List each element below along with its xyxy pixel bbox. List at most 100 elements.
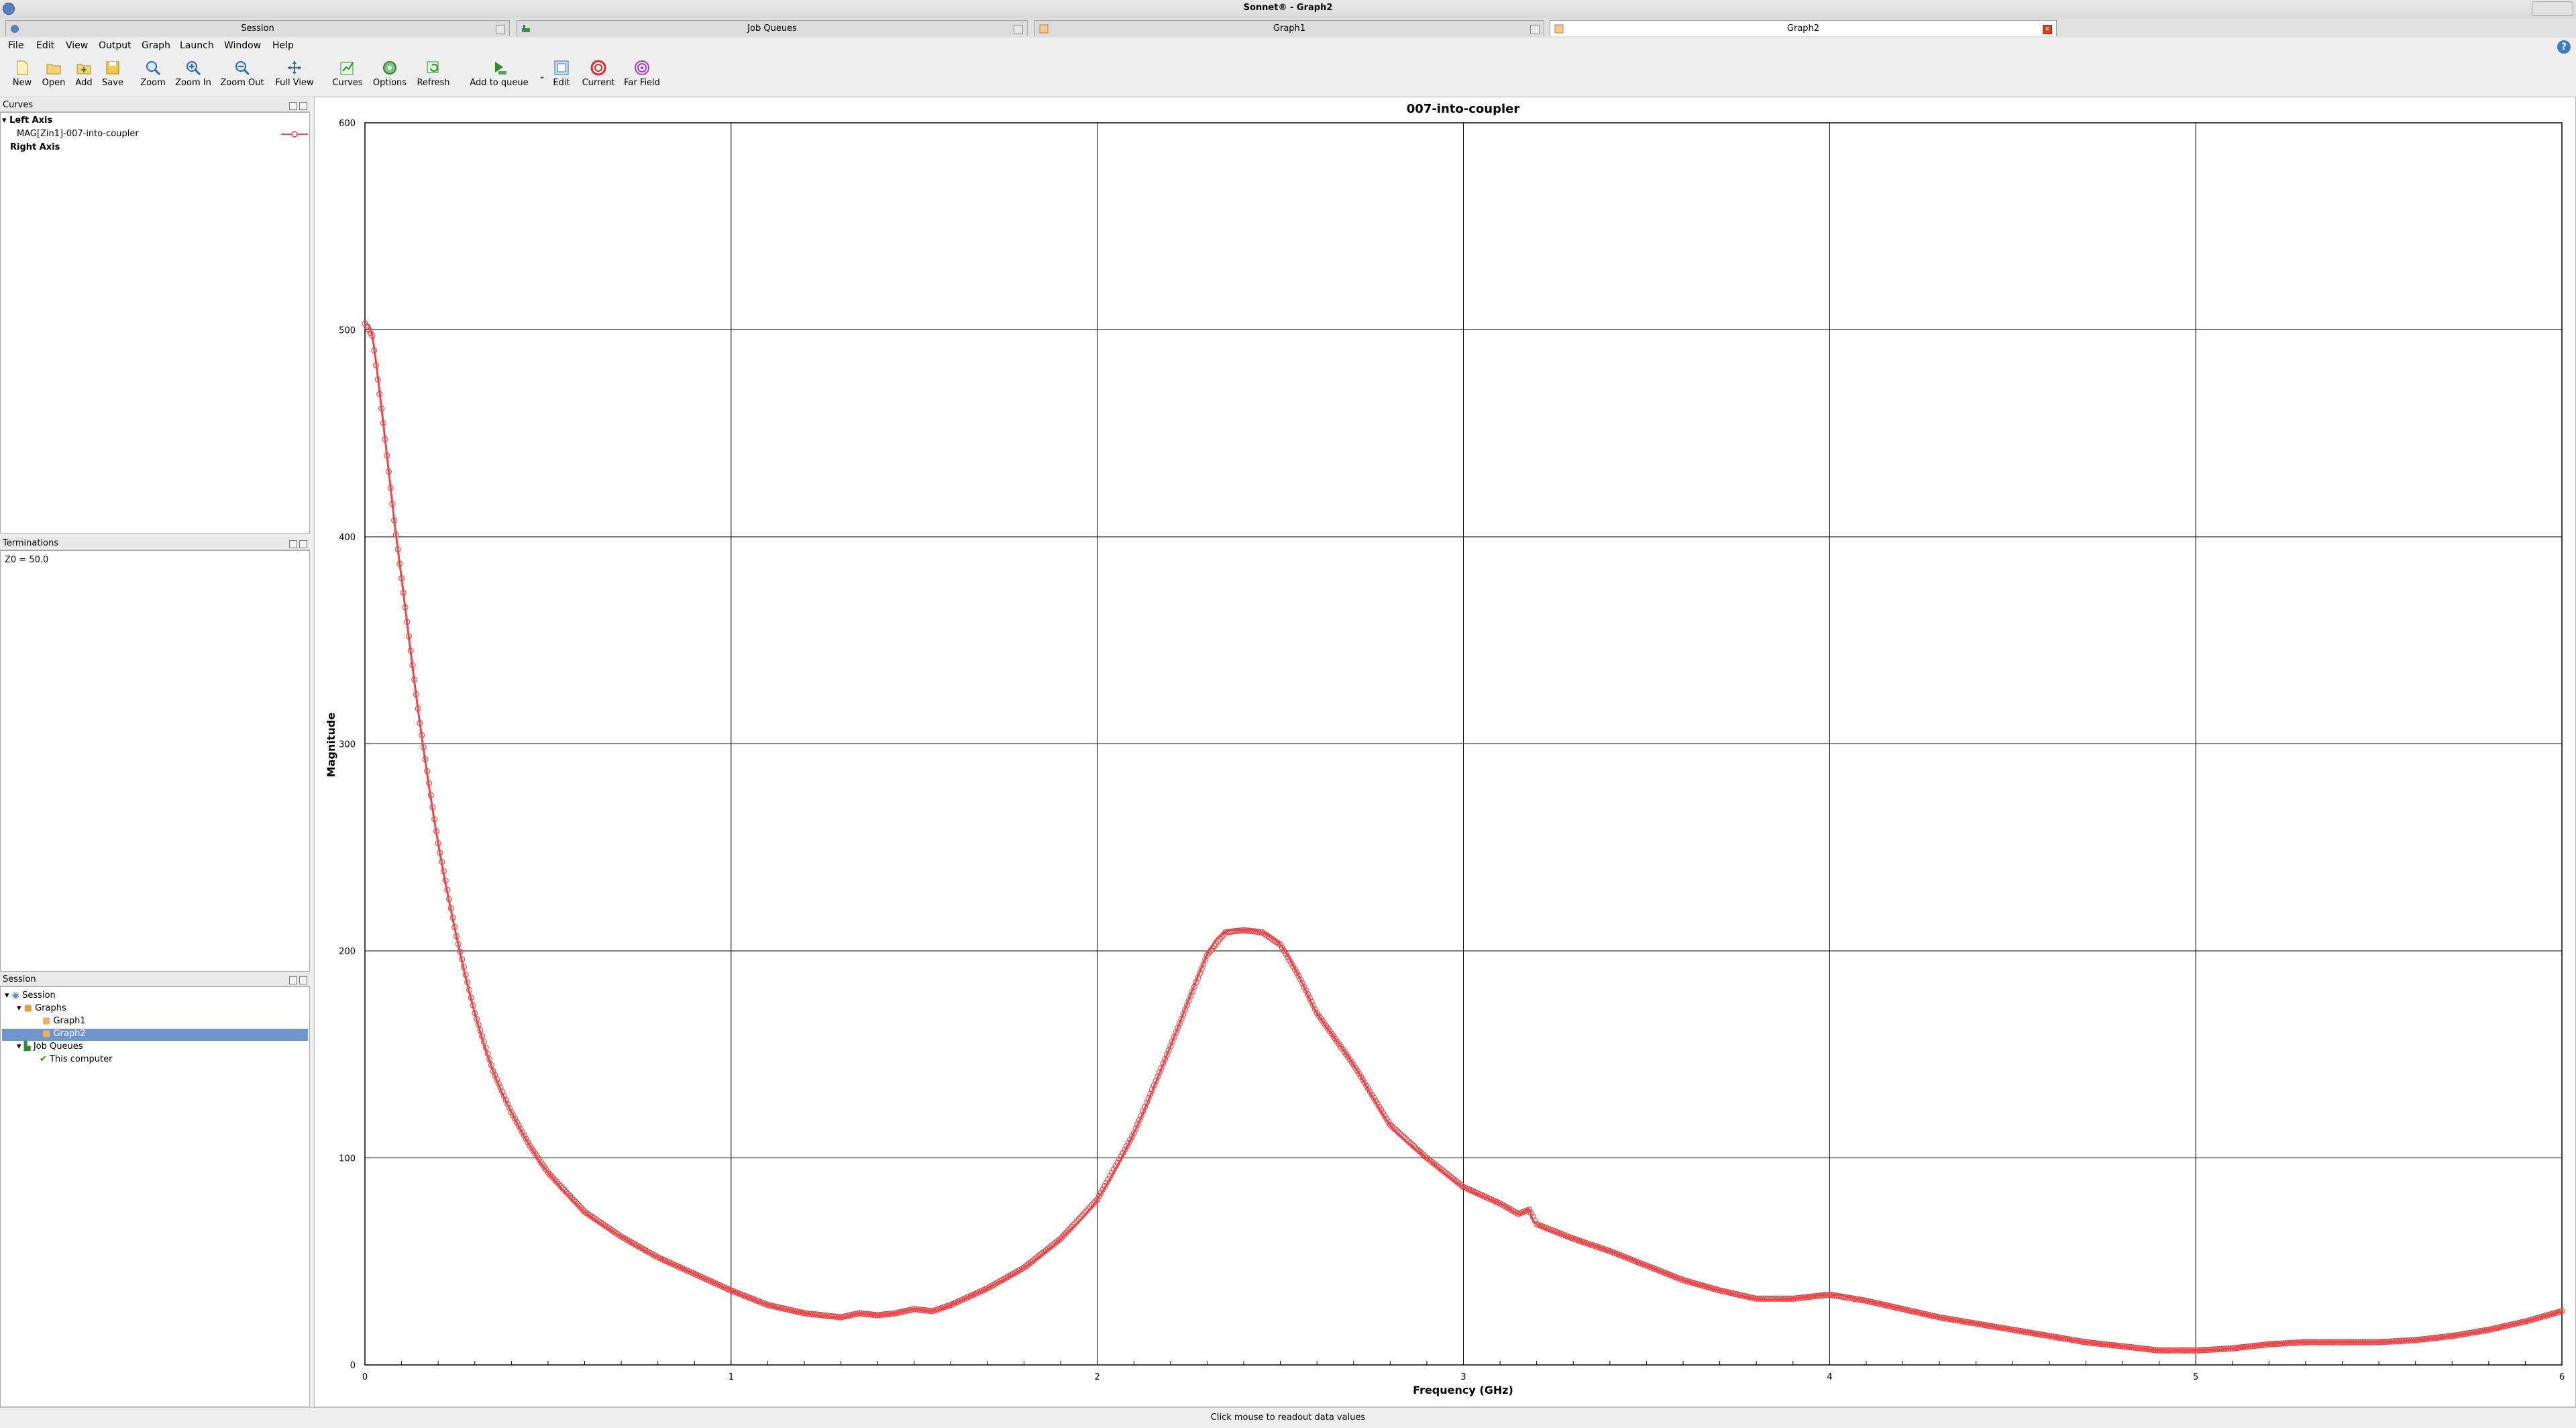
termination-impedance: Z0 = 50.0 <box>5 555 49 565</box>
tab-graph1-label: Graph1 <box>1273 23 1306 34</box>
left-axis-tree-node[interactable]: ▾ Left Axis <box>2 115 52 125</box>
menu-window[interactable]: Window <box>224 40 261 51</box>
close-icon[interactable]: ✕ <box>2043 25 2052 34</box>
curve-legend-swatch <box>281 131 308 138</box>
new-button[interactable]: New <box>11 59 34 88</box>
terminations-panel: Z0 = 50.0 <box>0 550 310 972</box>
zoom-out-label: Zoom Out <box>220 78 264 88</box>
save-label: Save <box>102 78 123 88</box>
full-view-button[interactable]: Full View <box>271 59 318 88</box>
tab-job-queues[interactable]: Job Queues <box>517 20 1028 36</box>
toolbar: New Open Add Save Zoom Zoom In Zoom Out … <box>0 55 2576 97</box>
zoom-out-button[interactable]: Zoom Out <box>219 59 266 88</box>
x-tick-label: 6 <box>2559 1372 2565 1382</box>
current-button[interactable]: Current <box>580 59 617 88</box>
y-axis-label: Magnitude <box>325 713 337 778</box>
full-view-label: Full View <box>275 78 314 88</box>
graph-icon <box>1039 24 1049 34</box>
refresh-button[interactable]: Refresh <box>415 59 452 88</box>
x-tick-label: 4 <box>1827 1372 1832 1382</box>
y-tick-label: 100 <box>339 1154 356 1164</box>
left-axis-label: Left Axis <box>9 115 53 125</box>
menu-edit[interactable]: Edit <box>36 40 54 51</box>
curves-panel-title: Curves <box>3 100 34 110</box>
zoom-out-icon <box>235 61 250 76</box>
tab-graph1[interactable]: Graph1 <box>1034 20 1544 36</box>
new-label: New <box>12 78 32 88</box>
zoom-in-button[interactable]: Zoom In <box>174 59 212 88</box>
open-button[interactable]: Open <box>40 59 67 88</box>
tree-item-job-queues[interactable]: ▾ ▙ Job Queues <box>17 1041 83 1052</box>
menu-launch[interactable]: Launch <box>180 40 214 51</box>
menu-bar: File Edit View Output Graph Launch Windo… <box>0 38 2576 55</box>
x-tick-label: 3 <box>1460 1372 1466 1382</box>
tab-session-label: Session <box>241 23 274 34</box>
zoom-label: Zoom <box>140 78 166 88</box>
graph-area[interactable]: 007-into-coupler 0 1 2 3 4 5 6 0 100 200 300 400 500… <box>314 97 2576 1407</box>
save-button[interactable]: Save <box>101 59 125 88</box>
window-title: Sonnet® - Graph2 <box>1243 3 1333 13</box>
close-icon[interactable] <box>1014 25 1023 34</box>
help-icon[interactable]: ? <box>2557 40 2571 54</box>
menu-help[interactable]: Help <box>272 40 294 51</box>
close-icon[interactable] <box>496 25 505 34</box>
x-tick-label: 1 <box>729 1372 734 1382</box>
tree-item-graph2-label: Graph2 <box>53 1029 86 1039</box>
y-tick-label: 500 <box>339 326 356 336</box>
zoom-in-label: Zoom In <box>175 78 211 88</box>
y-tick-label: 0 <box>350 1361 356 1371</box>
far-field-label: Far Field <box>624 78 660 88</box>
tree-item-graphs-label: Graphs <box>35 1003 66 1013</box>
full-view-icon <box>288 61 301 74</box>
current-density-icon <box>590 60 606 76</box>
close-icon[interactable] <box>1530 25 1540 34</box>
curves-label: Curves <box>332 78 363 88</box>
add-button[interactable]: Add <box>72 59 95 88</box>
menu-file[interactable]: File <box>8 40 23 51</box>
curve-item[interactable]: MAG[Zin1]-007-into-coupler <box>17 129 139 139</box>
chart-grid <box>364 122 2563 1366</box>
tab-graph2[interactable]: Graph2 ✕ <box>1550 20 2057 36</box>
add-label: Add <box>75 78 93 88</box>
session-icon <box>11 25 19 33</box>
graph-plot[interactable]: 007-into-coupler 0 1 2 3 4 5 6 0 100 200 300 400 500… <box>315 97 2575 1407</box>
far-field-button[interactable]: Far Field <box>621 59 663 88</box>
edit-button[interactable]: Edit <box>551 59 572 88</box>
menu-graph[interactable]: Graph <box>142 40 170 51</box>
add-to-queue-button[interactable]: Add to queue <box>468 59 530 88</box>
tab-session[interactable]: Session <box>5 20 510 36</box>
menu-view[interactable]: View <box>66 40 88 51</box>
status-bar: Click mouse to readout data values <box>0 1407 2576 1428</box>
queue-dropdown-chevron-down-icon[interactable]: ⌄ <box>535 71 549 81</box>
edit-project-icon <box>554 60 569 75</box>
tree-item-graph2[interactable]: ■ Graph2 <box>42 1029 86 1039</box>
graph-icon: ■ <box>42 1029 51 1039</box>
new-file-icon <box>17 60 28 75</box>
panel-window-buttons[interactable] <box>287 540 307 548</box>
options-button[interactable]: Options <box>372 59 408 88</box>
open-label: Open <box>42 78 66 88</box>
panel-window-buttons[interactable] <box>287 976 307 984</box>
tree-item-this-computer[interactable]: ✔ This computer <box>40 1054 112 1064</box>
panel-window-buttons[interactable] <box>287 101 307 110</box>
tree-item-this-computer-label: This computer <box>50 1054 113 1064</box>
right-axis-label[interactable]: Right Axis <box>10 142 60 152</box>
menu-output[interactable]: Output <box>99 40 131 51</box>
tree-item-graph1[interactable]: ■ Graph1 <box>42 1016 86 1026</box>
save-icon <box>106 61 119 74</box>
window-controls[interactable] <box>2532 1 2573 16</box>
tree-item-graph1-label: Graph1 <box>53 1016 86 1026</box>
x-tick-label: 0 <box>362 1372 368 1382</box>
session-panel-header: Session <box>0 973 310 986</box>
y-tick-label: 300 <box>339 740 356 750</box>
curves-button[interactable]: Curves <box>330 59 365 88</box>
tree-item-graphs[interactable]: ▾ ■ Graphs <box>17 1003 66 1013</box>
graph-icon <box>1554 24 1564 34</box>
x-tick-label: 2 <box>1095 1372 1100 1382</box>
y-tick-label: 600 <box>339 119 356 129</box>
y-tick-label: 200 <box>339 947 356 957</box>
tree-item-session[interactable]: ▾ ◉ Session <box>5 990 56 1001</box>
x-tick-label: 5 <box>2193 1372 2198 1382</box>
zoom-button[interactable]: Zoom <box>138 59 168 88</box>
session-icon: ◉ <box>11 990 20 1001</box>
